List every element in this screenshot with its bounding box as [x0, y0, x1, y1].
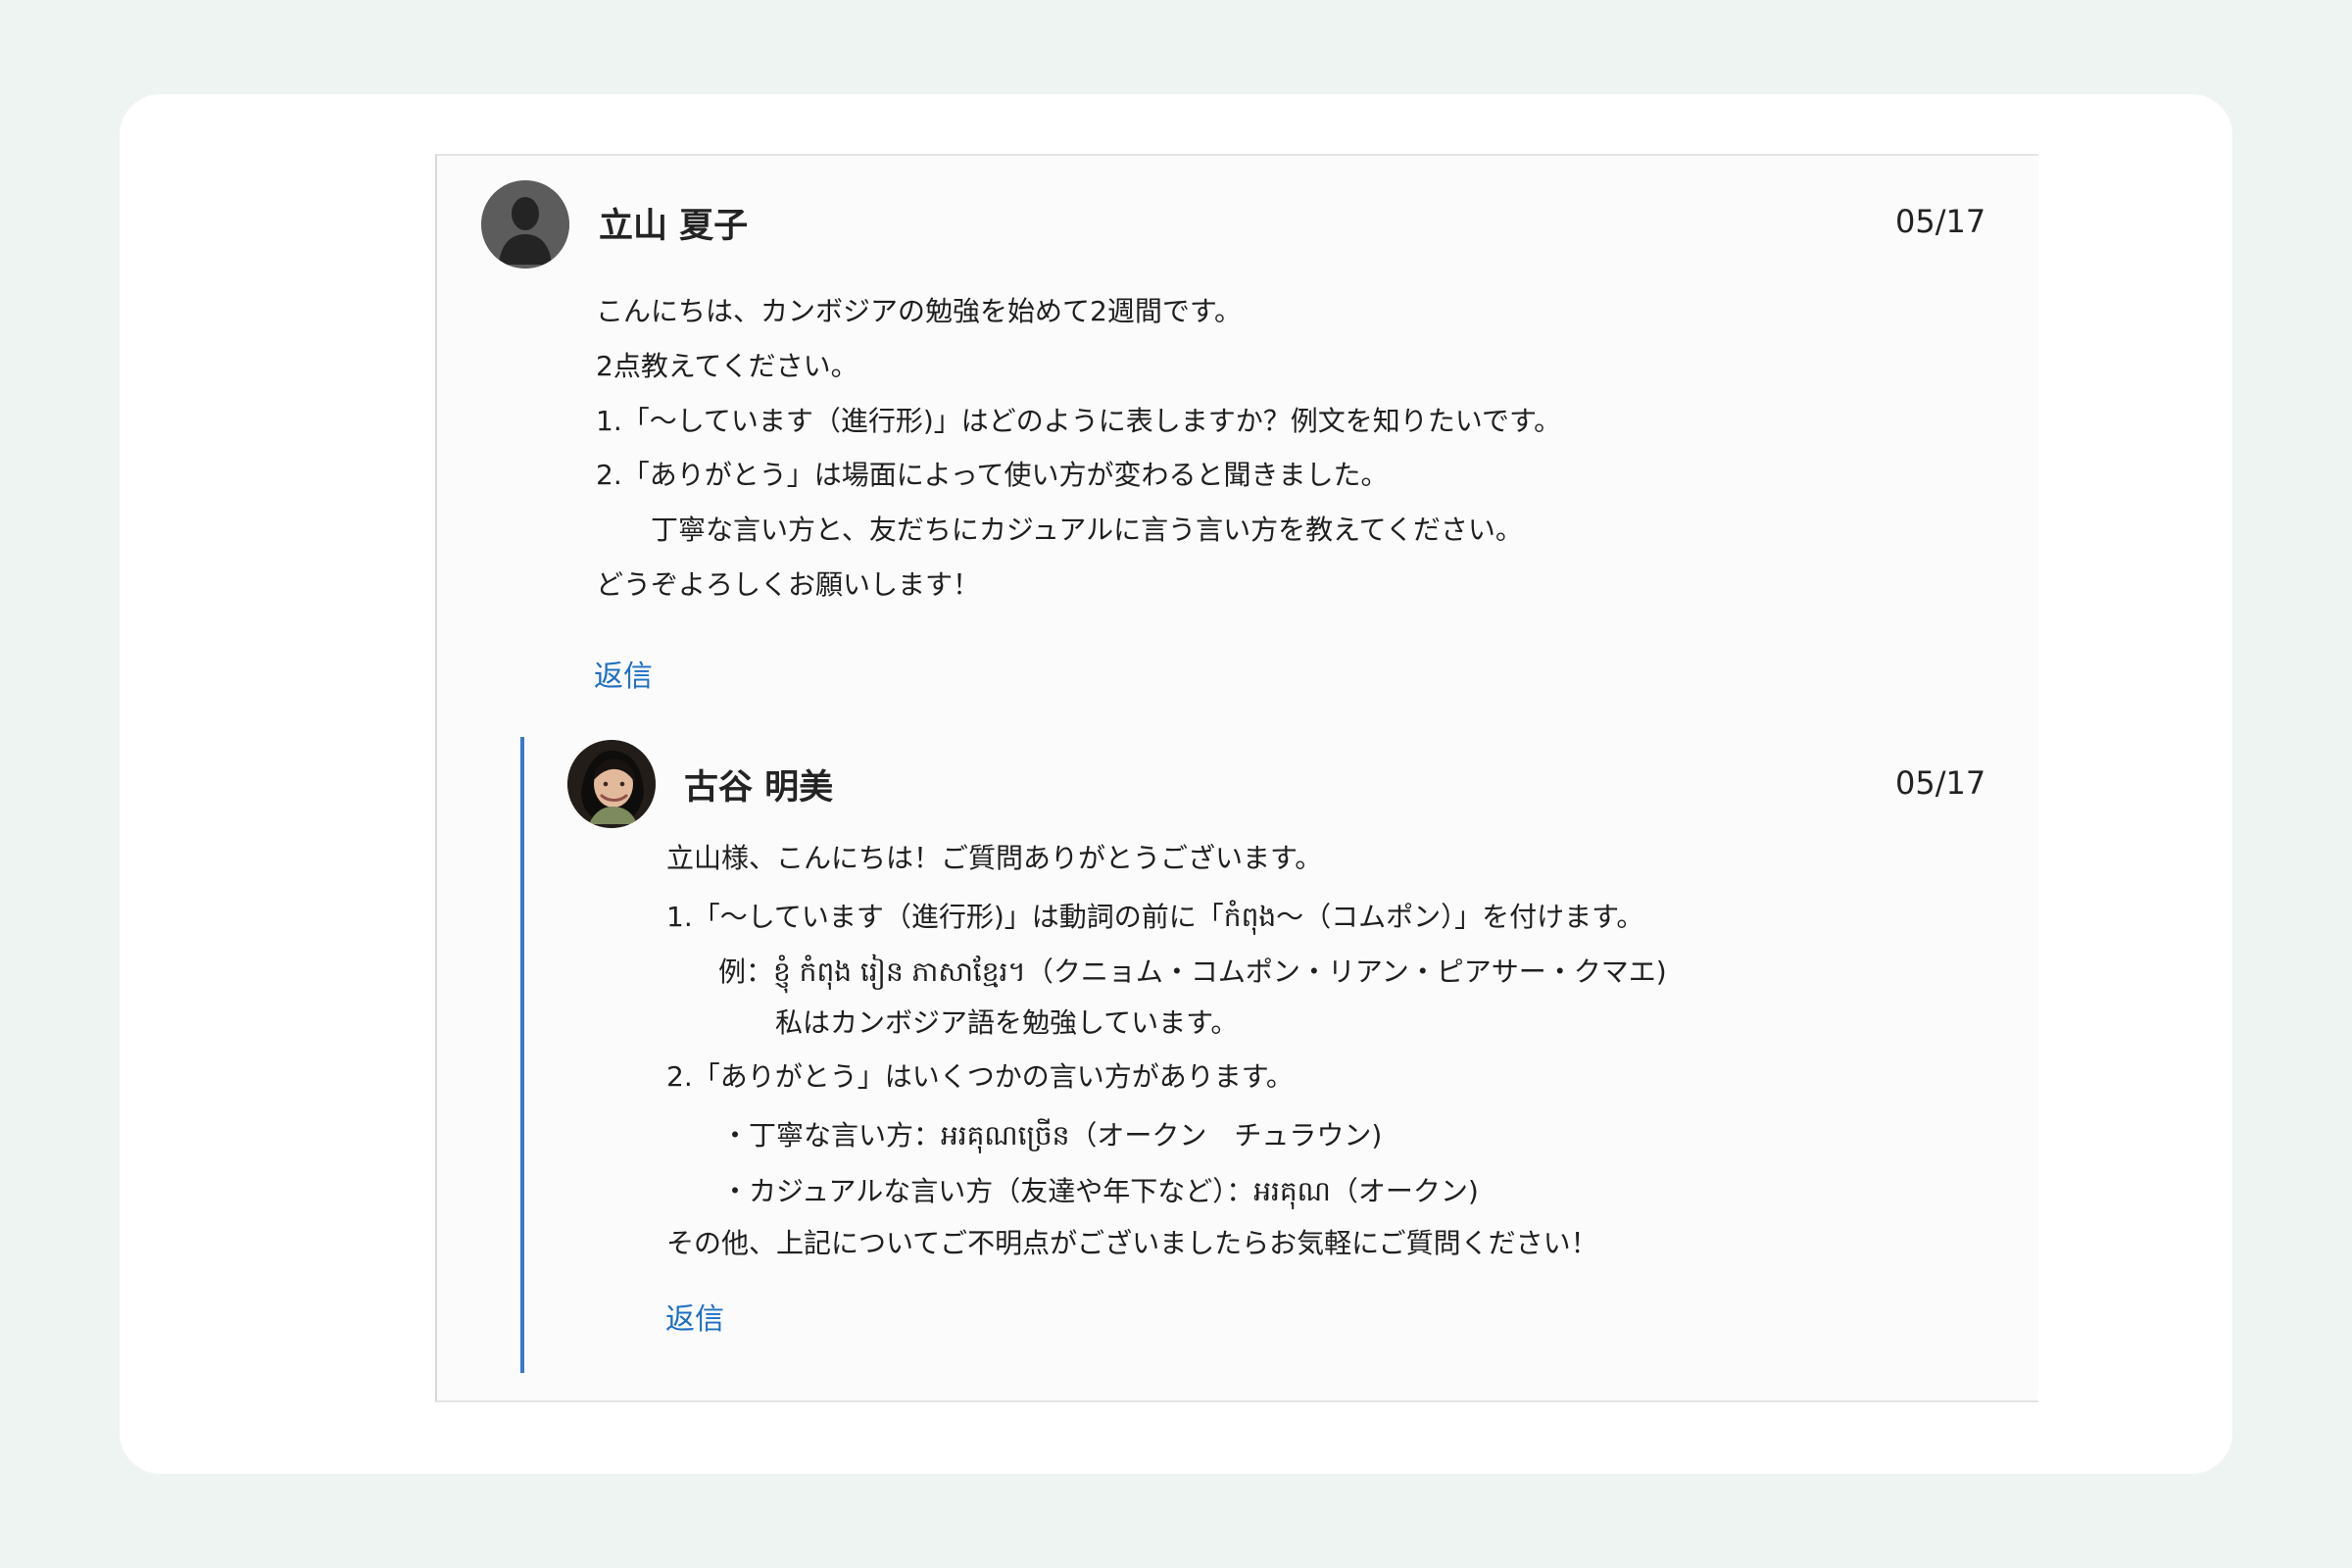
reply-line: 1.「〜しています（進行形)」は動詞の前に「កំពុង〜（コムポン）」を付けます… [666, 901, 1644, 933]
reply-line: ・丁寧な言い方：អរគុណច្រើន（オークン チュラウン) [721, 1119, 1383, 1152]
reply-line: 私はカンボジア語を勉強しています。 [775, 1006, 1239, 1039]
post-line: 2.「ありがとう」は場面によって使い方が変わると聞きました。 [596, 459, 1389, 491]
post-line: こんにちは、カンボジアの勉強を始めて2週間です。 [596, 295, 1243, 327]
reply-line: 立山様、こんにちは！ご質問ありがとうございます。 [666, 842, 1323, 874]
reply-thread-rail [520, 737, 524, 1373]
reply-line: 例：ខ្ញុំ កំពុង រៀន ភាសាខ្មែរ។（クニョム・コムポン・リ… [718, 956, 1667, 988]
avatar-furuya[interactable] [567, 740, 656, 828]
reply-line: ・カジュアルな言い方（友達や年下など）：អរគុណ（オークン) [721, 1175, 1479, 1207]
comment-thread [435, 154, 2038, 1402]
post-line: 2点教えてください。 [596, 350, 858, 382]
reply-date: 05/17 [1895, 764, 1986, 802]
avatar-tateyama[interactable] [481, 180, 569, 269]
post-line: どうぞよろしくお願いします！ [596, 568, 981, 601]
post-line: 丁寧な言い方と、友だちにカジュアルに言う言い方を教えてください。 [651, 514, 1523, 546]
user-photo-avatar [567, 740, 656, 828]
reply-line: 2.「ありがとう」はいくつかの言い方があります。 [666, 1060, 1294, 1093]
reply-line: その他、上記についてご不明点がございましたらお気軽にご質問ください！ [666, 1227, 1598, 1259]
post-reply-link[interactable]: 返信 [594, 652, 653, 695]
reply-author-name: 古谷 明美 [684, 768, 834, 808]
post-author-name: 立山 夏子 [599, 207, 749, 246]
post-date: 05/17 [1895, 203, 1986, 240]
reply-reply-link[interactable]: 返信 [665, 1295, 724, 1338]
default-user-icon [481, 180, 569, 269]
post-line: 1.「〜しています（進行形)」はどのように表しますか？例文を知りたいです。 [596, 405, 1562, 437]
